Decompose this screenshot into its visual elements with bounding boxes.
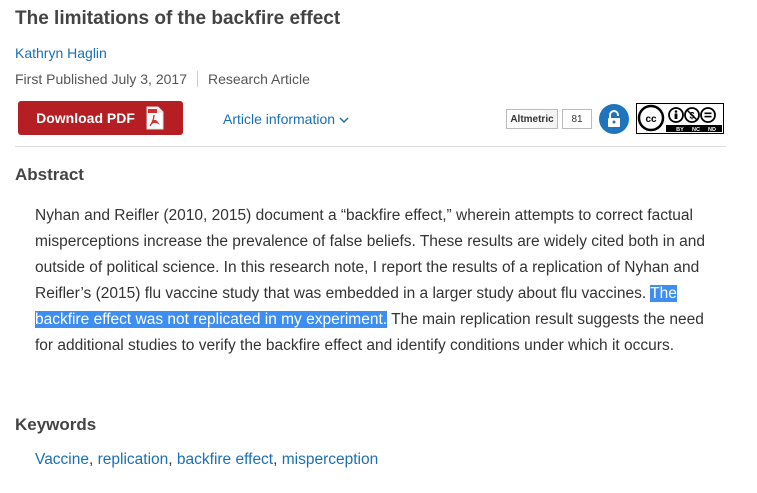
altmetric-label: Altmetric xyxy=(506,109,558,129)
keyword-link-vaccine[interactable]: Vaccine xyxy=(35,451,89,468)
article-information-label: Article information xyxy=(223,111,336,127)
pdf-file-icon xyxy=(145,106,165,130)
download-pdf-label: Download PDF xyxy=(36,110,135,126)
chevron-down-icon xyxy=(339,111,349,127)
abstract-text-start: Nyhan and Reifler (2010, 2015) document … xyxy=(35,207,706,302)
keyword-separator: , xyxy=(89,451,98,468)
author-link[interactable]: Kathryn Haglin xyxy=(15,45,107,61)
altmetric-badge[interactable]: Altmetric 81 xyxy=(506,109,592,129)
keywords-heading: Keywords xyxy=(15,415,97,434)
abstract-heading: Abstract xyxy=(15,165,84,184)
open-access-lock-icon[interactable] xyxy=(599,104,629,134)
license-nd-label: ND xyxy=(708,127,716,133)
keyword-separator: , xyxy=(168,451,177,468)
license-by-label: BY xyxy=(676,127,684,133)
keyword-link-replication[interactable]: replication xyxy=(98,451,169,468)
meta-divider xyxy=(196,71,198,87)
license-nc-label: NC xyxy=(692,127,700,133)
creative-commons-license-icon[interactable]: cc $ BY NC ND xyxy=(636,103,724,134)
section-divider xyxy=(15,146,726,147)
keyword-link-backfire-effect[interactable]: backfire effect xyxy=(177,451,273,468)
keywords-list: Vaccine, replication, backfire effect, m… xyxy=(35,451,378,469)
published-date: First Published July 3, 2017 xyxy=(15,71,187,87)
article-type: Research Article xyxy=(207,71,310,87)
svg-text:cc: cc xyxy=(645,114,657,125)
article-title: The limitations of the backfire effect xyxy=(15,8,341,29)
abstract-text: Nyhan and Reifler (2010, 2015) document … xyxy=(35,203,725,359)
keyword-link-misperception[interactable]: misperception xyxy=(282,451,379,468)
altmetric-score: 81 xyxy=(562,109,592,129)
article-information-toggle[interactable]: Article information xyxy=(223,111,349,127)
download-pdf-button[interactable]: Download PDF xyxy=(18,101,183,135)
keyword-separator: , xyxy=(273,451,282,468)
publication-meta: First Published July 3, 2017 Research Ar… xyxy=(15,71,310,87)
